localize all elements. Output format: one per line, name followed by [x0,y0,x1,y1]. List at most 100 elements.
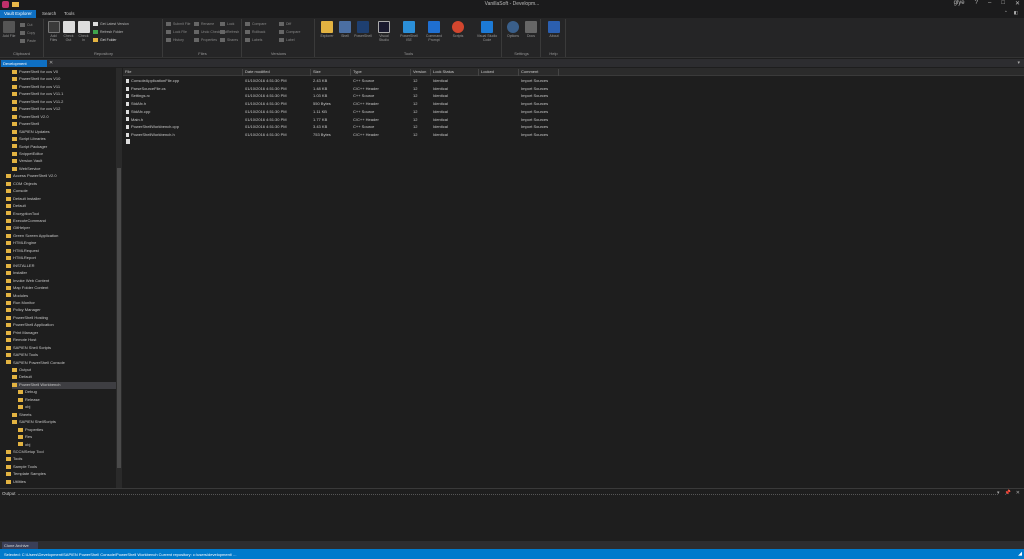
properties-button[interactable]: Properties [194,38,217,43]
powershell-ise-button[interactable]: PowerShell ISE [398,21,420,42]
doc-tab-development[interactable]: Development [1,60,47,67]
compare-versions-button[interactable]: Compare [279,30,300,35]
tree-item[interactable]: COM Objects [6,181,116,188]
check-in-button[interactable]: Check In [77,21,90,42]
explorer-button[interactable]: Explorer [318,21,336,38]
about-button[interactable]: About [546,21,562,38]
tree-item[interactable]: obj [18,404,116,411]
tree-item[interactable]: Console [6,188,116,195]
tree-item[interactable]: Installer [6,270,116,277]
column-size[interactable]: Size [311,69,351,76]
tree-item[interactable]: PowerShell V2.0 [12,114,116,121]
tree-item[interactable]: PowerShell Application [6,322,116,329]
table-row[interactable]: ConsoleApplicationFile.cpp 01/10/2016 4:5… [123,77,1024,85]
compare-button[interactable]: Compare [245,22,266,27]
shares-button[interactable]: Shares [220,38,238,43]
tree-item[interactable]: Template Samples [6,471,116,478]
tree-item[interactable]: SnippetEditor [12,151,116,158]
tree-item[interactable]: Invoke Web Content [6,278,116,285]
layout-icon[interactable]: ◧ [1014,10,1018,16]
column-file[interactable]: File [123,69,243,76]
history-button[interactable]: History [166,38,184,43]
visual-studio-button[interactable]: Visual Studio [374,21,394,42]
collapse-ribbon-icon[interactable]: ⌃ [1004,10,1008,16]
tree-item[interactable]: Sample Tools [6,464,116,471]
refresh-button[interactable]: Refresh [220,30,239,35]
tree-item[interactable]: HTMLReport [6,255,116,262]
labels-button[interactable]: Labels [245,38,262,43]
column-lock-status[interactable]: Lock Status [431,69,479,76]
tab-menu-icon[interactable]: ▾ [1017,60,1020,66]
tab-vault-explorer[interactable]: Vault Explorer [0,10,36,18]
minimize-button[interactable]: – [988,0,991,7]
tree-item[interactable]: SCCMSetup Tool [6,449,116,456]
tree-item[interactable]: SAPIEN Shell Scripts [6,345,116,352]
column-version[interactable]: Version [411,69,431,76]
tree-item[interactable]: HTMLEngine [6,240,116,247]
table-row[interactable]: StdAfx.cpp 01/10/2016 4:51:30 PM 1.11 KB C+… [123,108,1024,116]
column-type[interactable]: Type [351,69,411,76]
tree-item[interactable]: Properties [18,427,116,434]
tree-item[interactable]: SAPIEN Updates [12,129,116,136]
user-name[interactable]: glye [954,0,965,7]
tree-item[interactable]: GitHelper [6,225,116,232]
options-button[interactable]: Options [505,21,521,38]
submit-file-button[interactable]: Submit File [166,22,191,27]
close-tab-icon[interactable]: ✕ [49,60,53,66]
paste-button[interactable]: Paste [20,39,36,44]
tree-item[interactable]: Utilities [6,479,116,486]
add-file-button[interactable]: Add File [2,21,16,38]
close-button[interactable]: ✕ [1015,0,1020,7]
tree-scrollbar-thumb[interactable] [117,168,121,468]
tree-item[interactable]: PowerShell for ccs V11.1 [12,91,116,98]
tab-search[interactable]: Search [38,10,60,18]
tree-item[interactable]: PowerShell [12,121,116,128]
tree-item[interactable]: obj [18,442,116,449]
copy-button[interactable]: Copy [20,31,35,36]
refresh-folder-button[interactable]: Refresh Folder [93,30,123,35]
output-menu-icon[interactable]: ▾ [997,490,1000,496]
diff-button[interactable]: Diff [279,22,291,27]
tree-item[interactable]: Run Monitor [6,300,116,307]
tree-item[interactable]: PowerShell Workbench [12,381,116,389]
resize-grip-icon[interactable]: ◢ [1018,551,1022,557]
output-close-icon[interactable]: ✕ [1016,490,1020,496]
tree-item[interactable]: Sheets [12,412,116,419]
tree-item[interactable]: Policy Manager [6,307,116,314]
table-row[interactable]: PowerShellWorkbench.cpp 01/10/2016 4:51:3… [123,123,1024,131]
get-latest-button[interactable]: Get Latest Version [93,22,129,27]
tree-item[interactable]: HTMLRequest [6,248,116,255]
tree-item[interactable]: SAPIEN PowerShell Console [6,360,116,367]
tree-item[interactable]: PowerShell Hosting [6,315,116,322]
tree-item[interactable]: Modules [6,293,116,300]
tree-item[interactable]: Map Folder Content [6,285,116,292]
tree-item[interactable]: Print Manager [6,330,116,337]
tree-item[interactable]: INSTALLER [6,263,116,270]
column-locked[interactable]: Locked [479,69,519,76]
cut-button[interactable]: Cut [20,23,32,28]
tree-item[interactable]: Default [6,203,116,210]
tree-item[interactable]: Debug [18,389,116,396]
tree-item[interactable]: PowerShell for ccs V0 [12,69,116,76]
tree-item[interactable]: Release [18,397,116,404]
maximize-button[interactable]: □ [1001,0,1005,7]
tree-item[interactable]: ExecuteCommand [6,218,116,225]
lock-button[interactable]: Lock [220,22,234,27]
tree-item[interactable]: Default [12,374,116,381]
rename-button[interactable]: Rename [194,22,214,27]
tree-item[interactable]: PowerShell for ccs V11 [12,84,116,91]
get-folder-button[interactable]: Get Folder [93,38,117,43]
tree-item[interactable]: Output [12,367,116,374]
add-files-button[interactable]: Add Files [47,21,60,42]
tab-clone-archive[interactable]: Clone Archive [2,542,38,549]
column-comment[interactable]: Comment [519,69,559,76]
table-row[interactable]: Settings.rc 01/10/2016 4:51:30 PM 1.03 KB C… [123,92,1024,100]
tree-item[interactable]: Script Packager [12,144,116,151]
tree-item[interactable]: PowerShell for ccs V10 [12,76,116,83]
tree-scrollbar[interactable] [116,68,122,488]
vscode-button[interactable]: Visual Studio Code [474,21,500,42]
powershell-button[interactable]: PowerShell [354,21,372,38]
label-button[interactable]: Label [279,38,295,43]
tree-item[interactable]: Green Screen Application [6,233,116,240]
tree-item[interactable]: Remote Host [6,337,116,344]
